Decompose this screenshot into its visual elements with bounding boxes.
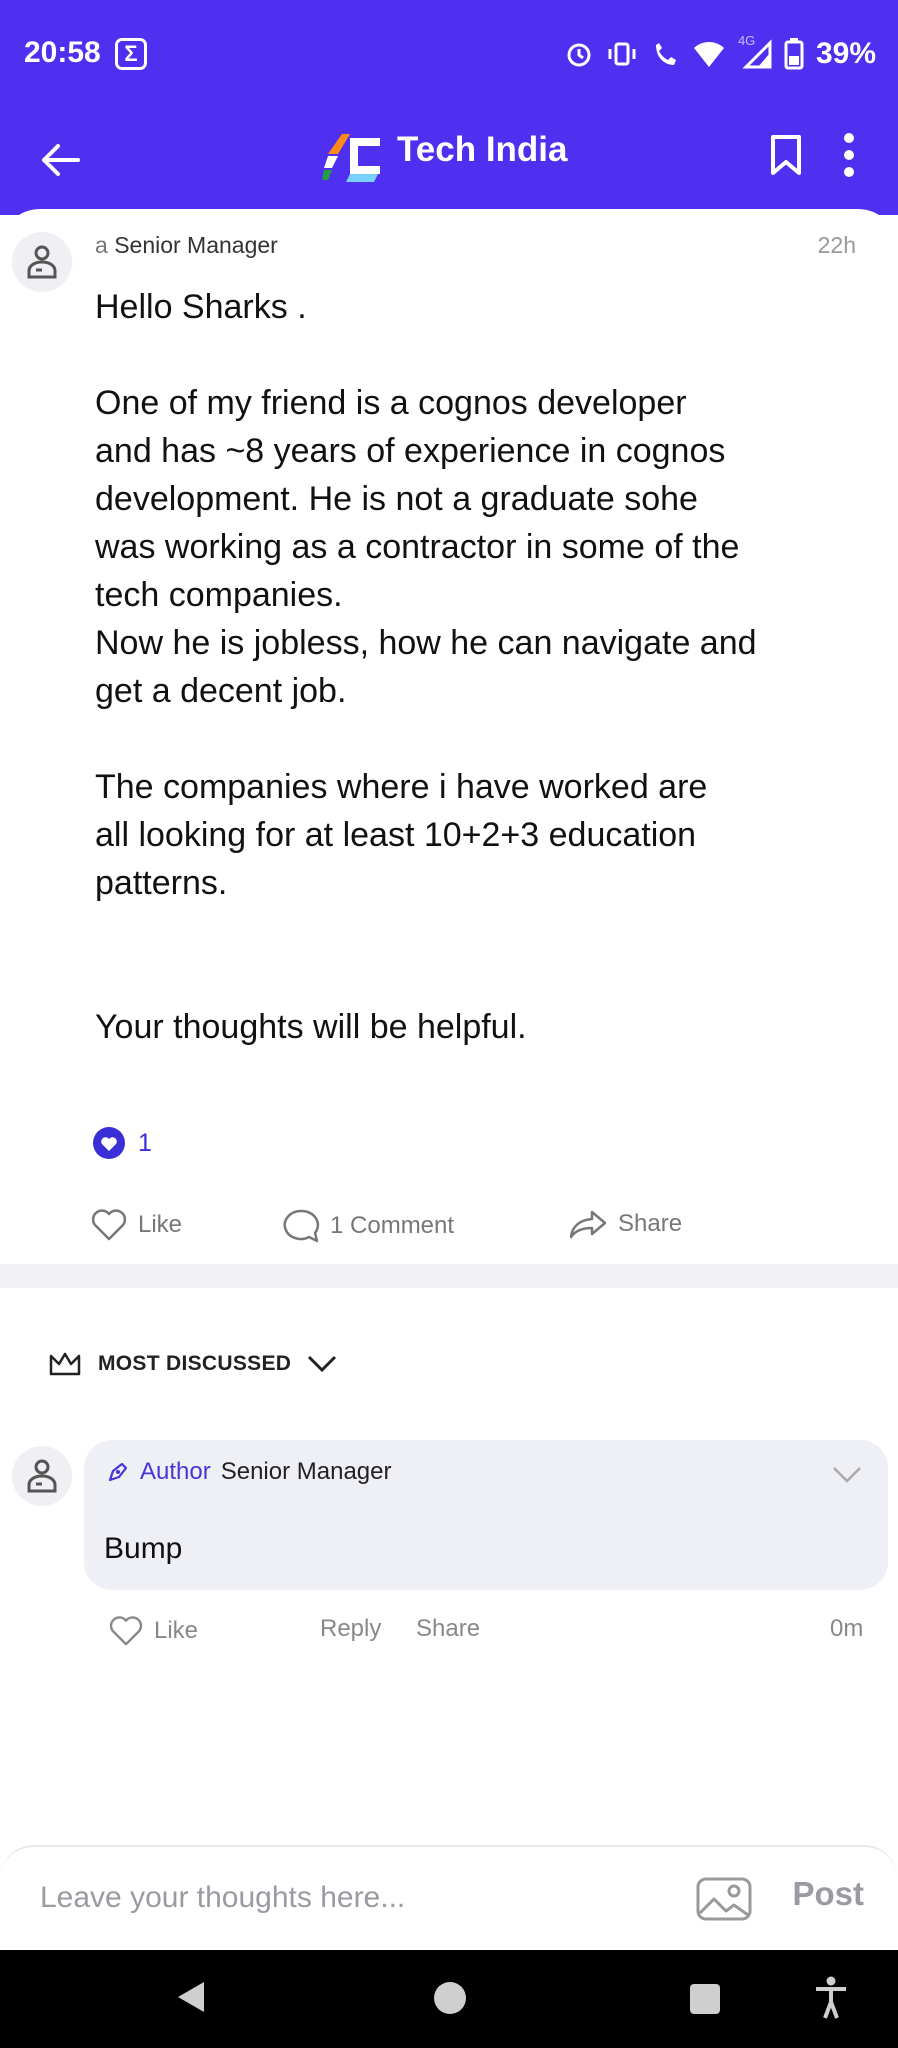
vibrate-icon [608,42,636,66]
status-bar: 20:58 Σ 4G 39% [0,0,898,112]
post-body: Hello Sharks . One of my friend is a cog… [95,288,757,1046]
bookmark-icon[interactable] [770,134,802,176]
chevron-down-icon [308,1355,337,1373]
wifi-icon [693,42,724,67]
app-header: 20:58 Σ 4G 39% Tech India [0,0,898,215]
share-icon [569,1210,607,1239]
battery-percent: 39% [815,37,876,70]
comment-like-label: Like [154,1617,199,1644]
comment-avatar[interactable] [12,1446,72,1506]
comment-like-button[interactable]: Like [108,1615,198,1647]
image-icon[interactable] [696,1877,752,1921]
alarm-icon [567,43,591,67]
user-icon [27,245,57,279]
comment-time: 0m [830,1615,864,1642]
nav-recents-icon[interactable] [690,1984,720,2014]
more-vert-icon[interactable] [842,132,856,178]
battery-icon [784,38,804,70]
comment-actions: Like Reply Share 0m [0,1615,898,1651]
heart-outline-icon [109,1616,143,1646]
reply-label: Reply [320,1615,382,1642]
comment-share-label: Share [416,1615,481,1642]
sigma-icon: Σ [115,38,147,70]
user-icon [27,1459,57,1493]
comment-author[interactable]: Author Senior Manager [106,1458,391,1486]
post-button[interactable]: Post [792,1875,864,1913]
comment-composer: Post [0,1845,898,1950]
section-divider [0,1264,898,1288]
signal-icon: 4G [738,33,772,69]
comment-timestamp: 0m [830,1615,863,1643]
author-prefix: a [95,232,108,258]
post-author[interactable]: a Senior Manager [95,232,278,259]
arrow-left-icon[interactable] [38,138,82,182]
post-actions: Like 1 Comment Share [0,1208,898,1248]
accessibility-icon[interactable] [814,1976,848,2020]
reaction-summary[interactable]: 1 [92,1126,152,1160]
comment-author-role: Senior Manager [220,1458,392,1485]
share-label: Share [618,1210,683,1237]
comment-sort-dropdown[interactable]: MOST DISCUSSED [48,1350,337,1378]
comment-icon [283,1209,320,1243]
comment-input[interactable] [40,1877,640,1919]
pen-icon [108,1462,128,1482]
nav-back-icon[interactable] [176,1980,206,2014]
comment-text: Bump [104,1532,183,1565]
share-button[interactable]: Share [568,1208,682,1240]
heart-badge-icon [93,1127,125,1159]
comment-bubble: Author Senior Manager Bump [84,1440,888,1590]
status-time: 20:58 [24,36,101,69]
sort-label: MOST DISCUSSED [98,1352,292,1375]
author-tag: Author [140,1458,211,1485]
like-label: Like [138,1211,183,1238]
nav-home-icon[interactable] [434,1982,466,2014]
status-icons: 4G 39% [564,33,876,72]
like-button[interactable]: Like [90,1208,182,1242]
heart-outline-icon [91,1209,127,1241]
page-title: Tech India [397,130,568,169]
reply-button[interactable]: Reply [320,1615,381,1643]
comment-button[interactable]: 1 Comment [282,1208,454,1244]
chevron-down-icon[interactable] [832,1466,862,1484]
author-role: Senior Manager [114,232,278,258]
comment-label: 1 Comment [330,1212,455,1239]
wifi-call-icon [655,43,676,65]
app-bar: Tech India [0,112,898,215]
crown-icon [49,1352,81,1376]
reaction-count: 1 [138,1128,152,1157]
avatar[interactable] [12,232,72,292]
system-nav-bar [0,1950,898,2048]
post-timestamp: 22h [817,232,856,258]
tech-india-logo [322,134,380,182]
comment-share-button[interactable]: Share [416,1615,480,1643]
